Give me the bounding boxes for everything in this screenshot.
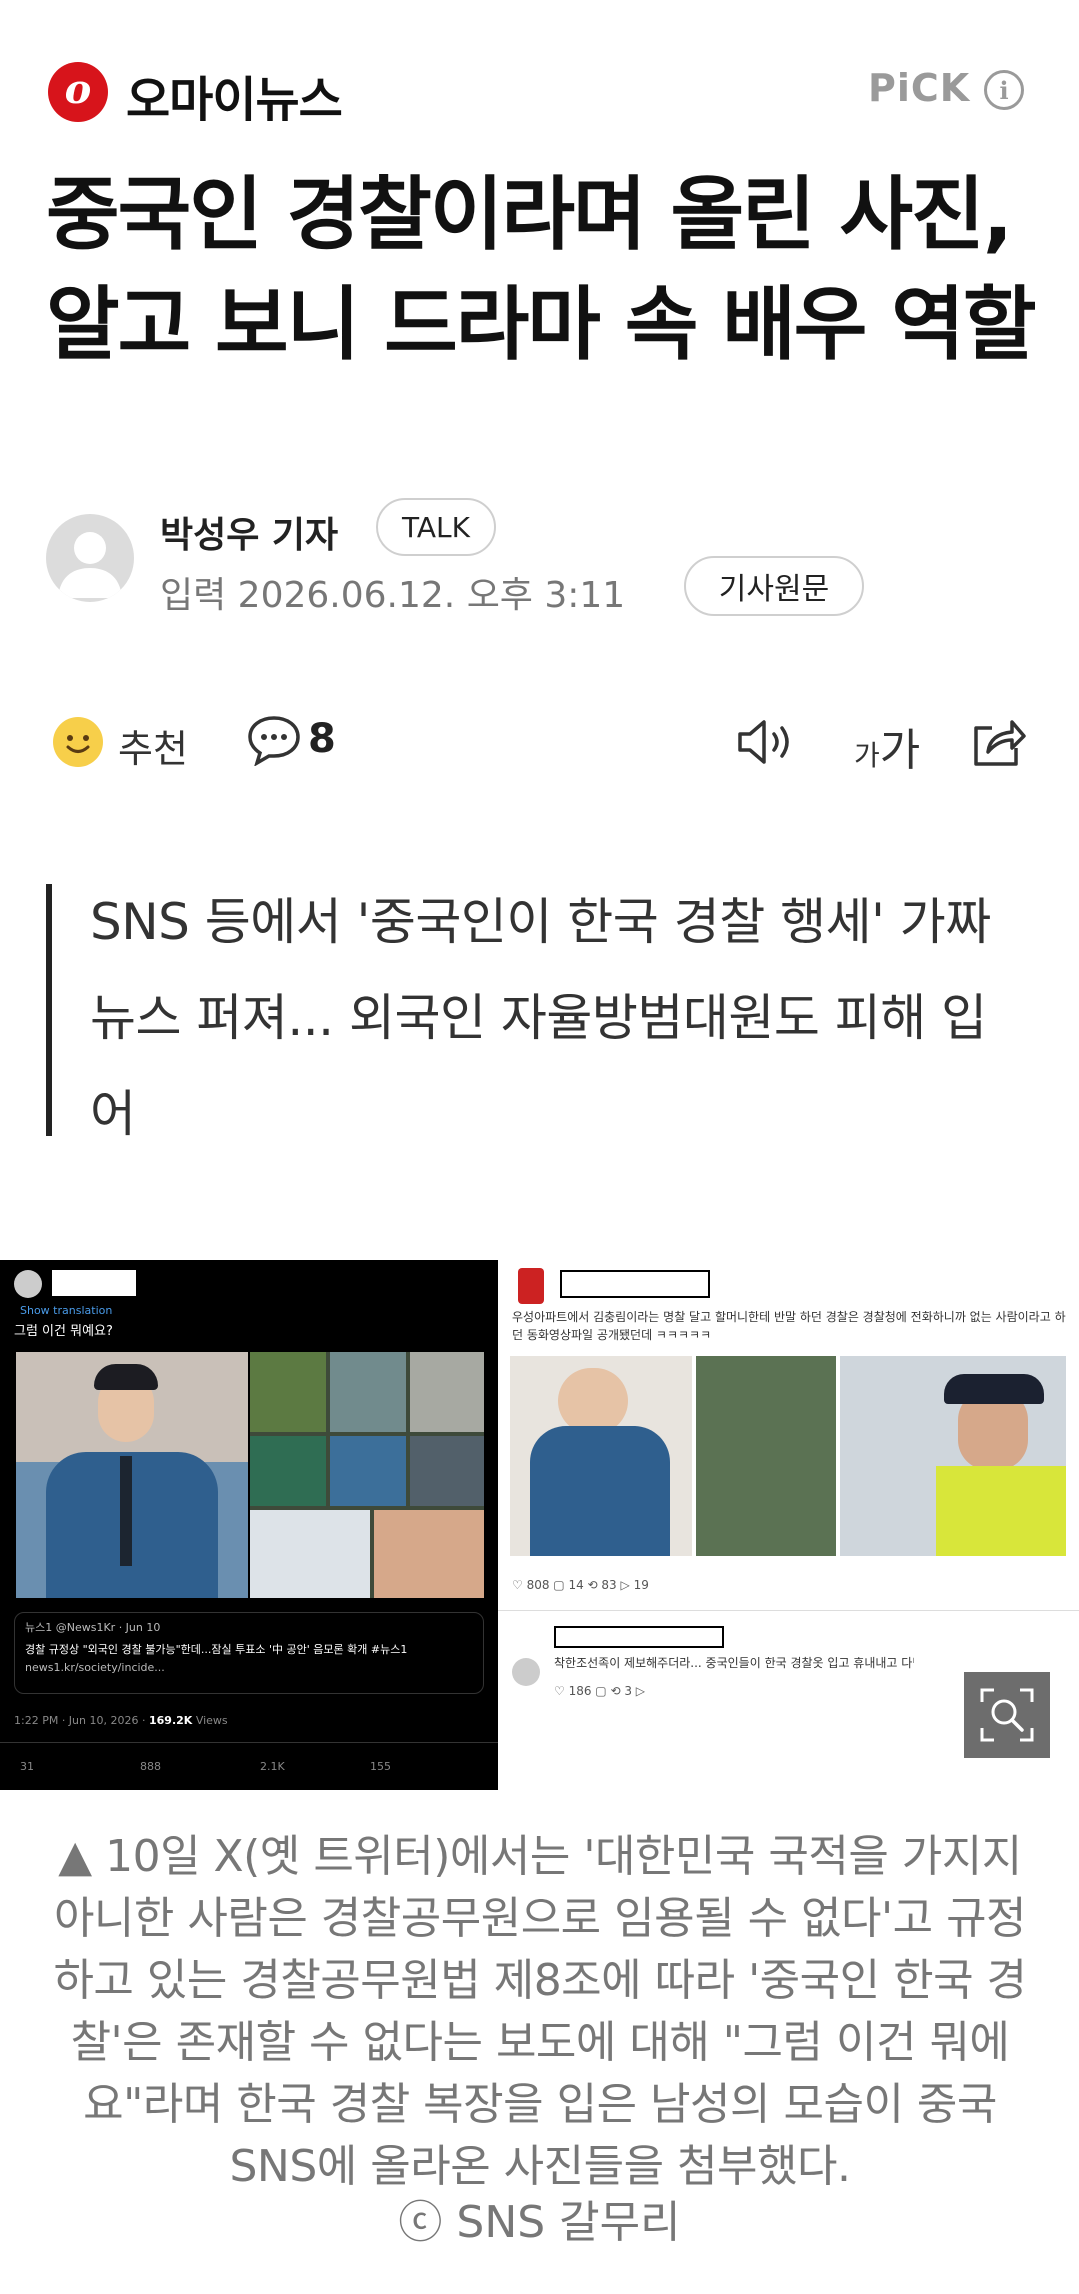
quote-card: 뉴스1 @News1Kr · Jun 10 경찰 규정상 "외국인 경찰 불가능… xyxy=(14,1612,484,1694)
recommend-label[interactable]: 추천 xyxy=(118,718,188,773)
comment-icon[interactable] xyxy=(246,714,302,767)
article-title: 중국인 경찰이라며 올린 사진, 알고 보니 드라마 속 배우 역할 xyxy=(46,168,1036,371)
show-translation-link: Show translation xyxy=(20,1304,113,1317)
article-photo-left[interactable]: Show translation 그럼 이건 뭐예요? 뉴스1 @News1Kr… xyxy=(0,1260,498,1790)
redacted-username xyxy=(52,1270,136,1296)
talk-button[interactable]: TALK xyxy=(376,498,496,556)
reply-text: 착한조선족이 제보해주더라... 중국인들이 한국 경찰옷 입고 휴내내고 다닌… xyxy=(554,1656,914,1670)
police-photo-collage xyxy=(250,1352,484,1598)
brand-name[interactable]: 오마이뉴스 xyxy=(126,60,343,130)
comment-count[interactable]: 8 xyxy=(308,716,336,762)
publish-date: 입력 2026.06.12. 오후 3:11 xyxy=(160,575,626,616)
redacted-username xyxy=(560,1270,710,1298)
like-count: 2.1K xyxy=(260,1760,285,1773)
logo-letter: o xyxy=(64,66,92,113)
info-icon[interactable]: i xyxy=(984,70,1024,110)
reporter-avatar[interactable] xyxy=(46,514,134,602)
reply-stats: ♡ 186 ▢ ⟲ 3 ▷ xyxy=(554,1684,646,1698)
post-question: 그럼 이건 뭐예요? xyxy=(14,1324,113,1339)
post-timestamp: 1:22 PM · Jun 10, 2026 · 169.2K Views xyxy=(14,1714,228,1727)
share-icon[interactable] xyxy=(970,714,1028,768)
speaker-icon[interactable] xyxy=(734,716,796,768)
font-size-button[interactable]: 가가 xyxy=(854,714,920,778)
redacted-reply-username xyxy=(554,1626,724,1648)
photo-caption: ▲ 10일 X(옛 트위터)에서는 '대한민국 국적을 가지지 아니한 사람은 … xyxy=(53,1831,1027,2192)
photo-credit: ⓒ SNS 갈무리 xyxy=(398,2197,681,2248)
article-subtitle: SNS 등에서 '중국인이 한국 경찰 행세' 가짜뉴스 퍼져... 외국인 자… xyxy=(90,893,991,1143)
post-avatar xyxy=(14,1270,42,1298)
brand-logo-icon[interactable]: o xyxy=(48,62,108,122)
person-icon xyxy=(58,532,122,598)
original-article-button[interactable]: 기사원문 xyxy=(684,556,864,616)
reply-count: 31 xyxy=(20,1760,34,1773)
reply-avatar xyxy=(512,1658,540,1686)
post-stats: ♡ 808 ▢ 14 ⟲ 83 ▷ 19 xyxy=(512,1578,649,1592)
subtitle-bar xyxy=(46,884,52,1136)
zoom-icon xyxy=(980,1688,1034,1742)
police-photo-1 xyxy=(16,1352,248,1598)
bookmark-count: 155 xyxy=(370,1760,391,1773)
post-text: 우성아파트에서 김충림이라는 명찰 달고 할머니한테 반말 하던 경찰은 경찰청… xyxy=(512,1310,1066,1342)
smile-icon[interactable] xyxy=(52,716,104,768)
pick-badge[interactable]: PiCK xyxy=(868,66,970,110)
repost-count: 888 xyxy=(140,1760,161,1773)
reporter-name[interactable]: 박성우 기자 xyxy=(160,506,338,558)
stop-logo-icon xyxy=(518,1268,544,1304)
police-photo-strip xyxy=(510,1356,1066,1556)
zoom-image-button[interactable] xyxy=(964,1672,1050,1758)
